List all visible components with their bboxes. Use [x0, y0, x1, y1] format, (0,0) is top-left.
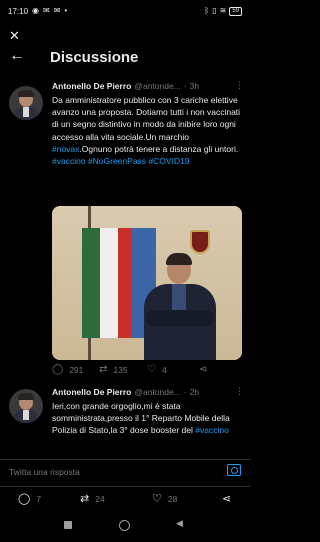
messenger-icon: ◉ — [32, 6, 40, 15]
reply-icon: ◯ — [18, 493, 31, 505]
wifi-icon: ≋ — [219, 6, 227, 15]
separator-dot: · — [183, 81, 187, 91]
like-count: 28 — [167, 493, 178, 504]
author-handle: @antonde... — [134, 387, 181, 397]
retweet-count: 24 — [95, 493, 105, 504]
heart-icon: ♡ — [152, 493, 162, 505]
mail-icon: ✉ — [53, 6, 61, 15]
header: ← Discussione — [0, 44, 250, 72]
tweet-text-segment: .Ognuno potrà tenere a distanza gli unto… — [79, 143, 239, 154]
more-options-icon[interactable]: ⋮ — [235, 386, 244, 397]
hashtag-link[interactable]: #vaccino — [52, 156, 86, 166]
status-left: 17:10 ◉ ✉ ✉ • — [8, 7, 67, 16]
separator-dot: · — [183, 387, 187, 397]
hashtag-link[interactable]: #novax — [52, 144, 79, 154]
tweet-actions: ◯ 291 ⇄ 135 ♡ 4 ⋖ — [52, 364, 244, 375]
reply-input[interactable]: Twitta una risposta — [9, 467, 80, 477]
like-button[interactable]: ♡ 28 — [152, 492, 177, 505]
hashtag-link[interactable]: #COVID19 — [148, 156, 189, 166]
italian-flag-white — [100, 228, 118, 338]
retweet-icon: ⇄ — [99, 364, 108, 375]
share-icon: ⋖ — [222, 493, 232, 505]
home-icon[interactable] — [119, 520, 130, 531]
author-name[interactable]: Antonello De Pierro — [52, 81, 131, 91]
share-icon: ⋖ — [199, 364, 208, 375]
tweet-text-segment: Da amministratore pubblico con 3 cariche… — [52, 95, 241, 142]
tweet-photo[interactable] — [52, 206, 242, 360]
hashtag-link[interactable]: #vaccino — [195, 425, 229, 435]
like-button[interactable]: ♡ 4 — [147, 364, 199, 375]
reply-count: 291 — [69, 364, 84, 375]
reply-icon: ◯ — [52, 364, 64, 375]
reply-button[interactable]: ◯ 291 — [52, 364, 99, 375]
like-count: 4 — [161, 364, 167, 375]
reply-bar: Twitta una risposta — [0, 459, 250, 485]
recent-apps-icon[interactable] — [64, 521, 72, 529]
hashtag-link[interactable]: #NoGreenPass — [88, 156, 146, 166]
page-title: Discussione — [50, 49, 139, 66]
close-icon[interactable]: ✕ — [9, 28, 20, 44]
more-dots-icon: • — [64, 6, 68, 15]
tweet-time: 2h — [189, 387, 200, 397]
camera-icon[interactable] — [227, 464, 241, 476]
retweet-count: 135 — [113, 364, 128, 375]
share-button[interactable]: ⋖ — [222, 492, 231, 505]
close-row: ✕ — [0, 24, 250, 46]
heart-icon: ♡ — [147, 364, 156, 375]
back-arrow-icon[interactable]: ← — [9, 47, 25, 65]
vibrate-icon: ▯ — [212, 6, 217, 15]
mail-icon: ✉ — [43, 6, 50, 15]
tweet-time: 3h — [189, 81, 200, 91]
retweet-button[interactable]: ⇄ 24 — [80, 492, 105, 505]
tweet-text: Da amministratore pubblico con 3 cariche… — [52, 94, 242, 167]
bluetooth-icon: ᛒ — [204, 6, 210, 15]
author-handle: @antonde... — [134, 81, 181, 91]
battery-indicator: 59 — [229, 6, 242, 16]
tweet-header: Antonello De Pierro @antonde... · 2h ⋮ — [52, 386, 244, 397]
status-right: ᛒ ▯ ≋ 59 — [204, 6, 242, 16]
bottom-action-bar: ◯ 7 ⇄ 24 ♡ 28 ⋖ — [0, 486, 250, 510]
retweet-button[interactable]: ⇄ 135 — [99, 364, 147, 375]
avatar[interactable] — [9, 86, 43, 120]
italian-flag-green — [82, 228, 100, 338]
system-navigation-bar: ◀ — [0, 512, 250, 542]
status-bar: 17:10 ◉ ✉ ✉ • ᛒ ▯ ≋ 59 — [0, 0, 250, 22]
share-button[interactable]: ⋖ — [199, 364, 219, 375]
reply-button[interactable]: ◯ 7 — [18, 492, 41, 505]
tweet-header: Antonello De Pierro @antonde... · 3h ⋮ — [52, 80, 244, 91]
retweet-icon: ⇄ — [80, 493, 90, 505]
more-options-icon[interactable]: ⋮ — [235, 80, 244, 91]
back-triangle-icon[interactable]: ◀ — [176, 518, 183, 529]
clock: 17:10 — [8, 6, 29, 16]
avatar[interactable] — [9, 389, 43, 423]
tweet-text: Ieri,con grande orgoglio,mi è stata somm… — [52, 400, 242, 437]
reply-count: 7 — [36, 493, 42, 504]
author-name[interactable]: Antonello De Pierro — [52, 387, 131, 397]
wall-emblem — [190, 230, 210, 254]
